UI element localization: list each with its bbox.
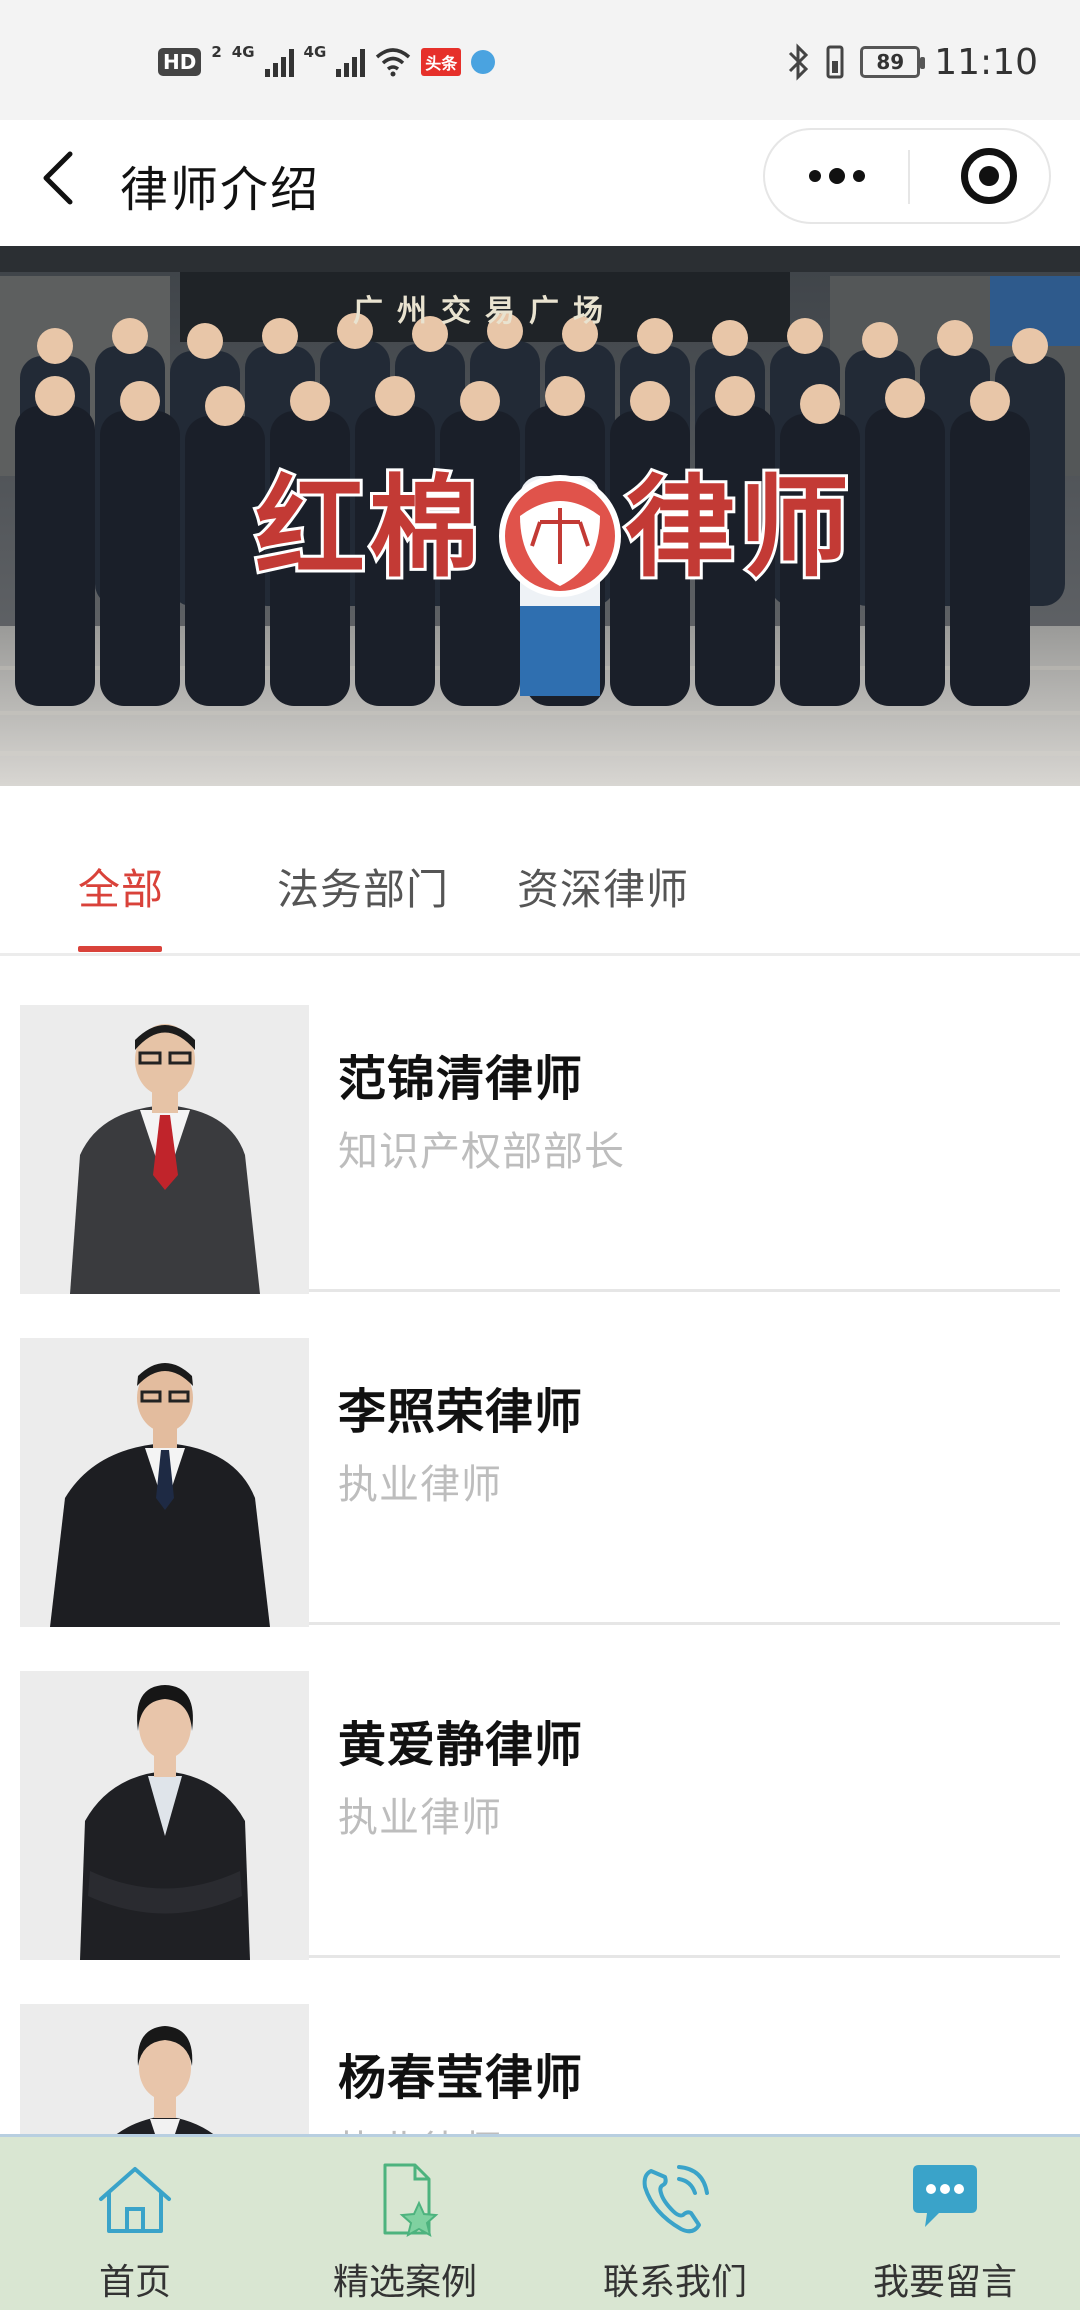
home-icon <box>99 2167 171 2233</box>
nav-label: 首页 <box>98 2262 171 2303</box>
category-tabs: 全部 法务部门 资深律师 <box>0 786 1080 956</box>
portrait-image <box>20 2004 309 2134</box>
capsule-divider <box>908 150 910 204</box>
vibrate-battery-icon <box>826 45 844 79</box>
tab-all[interactable]: 全部 <box>78 856 164 917</box>
phone-icon <box>642 2165 709 2234</box>
nav-label: 我要留言 <box>872 2262 1017 2303</box>
logo-text-right: 律师 <box>625 463 853 592</box>
close-miniprogram-button[interactable] <box>961 148 1017 204</box>
lawyer-role: 知识产权部部长 <box>338 1129 625 1175</box>
lawyer-photo <box>20 1671 309 1960</box>
brand-logo: 红棉 律师 <box>252 460 853 597</box>
signal-icon-2 <box>336 47 366 77</box>
bottom-navigation: 首页 精选案例 联系我们 我要留言 <box>0 2134 1080 2310</box>
lawyer-photo <box>20 1338 309 1627</box>
lawyer-photo <box>20 2004 309 2134</box>
active-tab-indicator <box>78 946 162 952</box>
title-bar: 律师介绍 <box>0 120 1080 246</box>
tab-legal-department[interactable]: 法务部门 <box>277 856 449 917</box>
more-options-button[interactable] <box>765 130 909 222</box>
tab-senior-lawyers[interactable]: 资深律师 <box>517 856 689 917</box>
back-arrow-icon[interactable] <box>32 148 92 208</box>
wifi-icon <box>376 48 411 77</box>
lawyer-name: 范锦清律师 <box>338 1051 584 1107</box>
dot-icon <box>853 170 865 182</box>
battery-level: 89 <box>876 50 905 74</box>
team-banner-image: 广州交易广场 红棉 律师 <box>0 246 1080 786</box>
hd-sub: 2 <box>211 42 222 61</box>
lawyer-card[interactable]: 范锦清律师 知识产权部部长 <box>20 959 1060 1294</box>
miniprogram-capsule <box>763 128 1051 224</box>
document-star-icon <box>383 2163 439 2237</box>
lawyer-list: 范锦清律师 知识产权部部长 李照荣律师 执业律师 黄爱静律师 执业律师 杨春莹律… <box>0 959 1080 2134</box>
chat-bubble-icon <box>913 2165 977 2227</box>
portrait-image <box>20 1671 309 1960</box>
telegram-icon <box>471 50 496 74</box>
network-type-1: 4G <box>231 42 255 61</box>
lawyer-role: 执业律师 <box>338 1795 502 1841</box>
lawyer-role: 执业律师 <box>338 1462 502 1508</box>
status-right: 89 11:10 <box>786 38 1038 86</box>
status-left: HD 2 4G 4G 头条 <box>158 42 496 82</box>
battery-indicator: 89 <box>860 46 926 78</box>
signal-icon <box>264 47 294 77</box>
portrait-image <box>20 1338 309 1627</box>
lawyer-name: 黄爱静律师 <box>338 1717 584 1773</box>
portrait-image <box>20 1005 309 1294</box>
dot-icon <box>829 168 845 184</box>
lawyer-card[interactable]: 李照荣律师 执业律师 <box>20 1292 1060 1627</box>
nav-label: 联系我们 <box>602 2262 747 2303</box>
nav-leave-message[interactable]: 我要留言 <box>810 2137 1080 2310</box>
lawyer-card[interactable]: 杨春莹律师 执业律师 <box>20 1958 1060 2134</box>
hd-badge: HD <box>158 48 202 76</box>
building-sign: 广州交易广场 <box>353 294 617 329</box>
nav-home[interactable]: 首页 <box>0 2137 270 2310</box>
status-bar: HD 2 4G 4G 头条 89 11:10 <box>0 0 1080 120</box>
nav-contact-us[interactable]: 联系我们 <box>540 2137 810 2310</box>
page-title: 律师介绍 <box>120 162 321 218</box>
network-type-2: 4G <box>303 42 327 61</box>
team-photo: 广州交易广场 红棉 律师 <box>0 246 1080 786</box>
lawyer-photo <box>20 1005 309 1294</box>
dot-icon <box>809 170 821 182</box>
nav-label: 精选案例 <box>332 2262 477 2303</box>
lawyer-name: 杨春莹律师 <box>338 2050 584 2106</box>
lawyer-role: 执业律师 <box>338 2118 502 2134</box>
bluetooth-icon <box>789 43 809 81</box>
toutiao-app-icon: 头条 <box>421 48 462 76</box>
lawyer-card[interactable]: 黄爱静律师 执业律师 <box>20 1625 1060 1960</box>
clock: 11:10 <box>934 41 1038 83</box>
nav-featured-cases[interactable]: 精选案例 <box>270 2137 540 2310</box>
lawyer-name: 李照荣律师 <box>338 1384 584 1440</box>
logo-text-left: 红棉 <box>255 463 483 592</box>
